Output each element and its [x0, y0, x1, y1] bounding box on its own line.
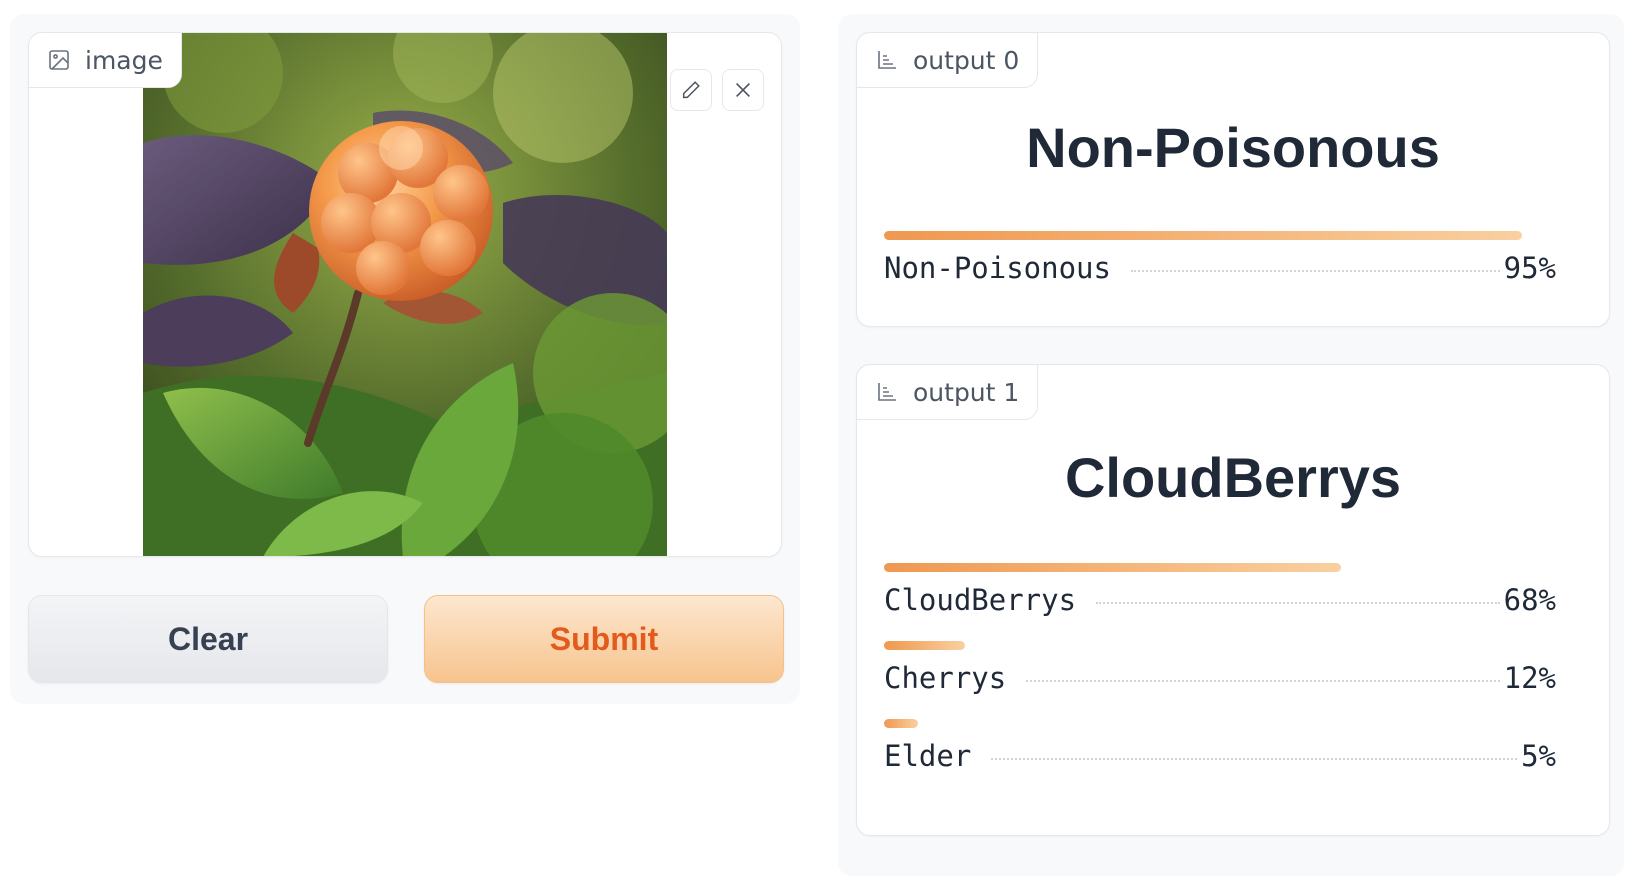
- confidence-percent: 12%: [1503, 661, 1556, 695]
- image-input-label: image: [29, 33, 182, 88]
- confidence-row: Non-Poisonous 95%: [884, 251, 1556, 285]
- dotted-leader: [1096, 602, 1500, 604]
- dotted-leader: [1130, 270, 1500, 272]
- confidence-label: Cherrys: [884, 661, 1007, 695]
- input-panel: image Clear Submit: [10, 14, 800, 704]
- output-1-confidences: CloudBerrys 68% Cherrys 12% Elder 5%: [884, 563, 1556, 797]
- output-1-top-class: CloudBerrys: [1064, 446, 1402, 509]
- output-1-label-text: output 1: [913, 377, 1020, 407]
- confidence-item: Non-Poisonous 95%: [884, 231, 1556, 309]
- dotted-leader: [1026, 680, 1500, 682]
- submit-button[interactable]: Submit: [424, 595, 784, 683]
- close-icon: [735, 82, 751, 98]
- remove-image-button[interactable]: [722, 69, 764, 111]
- confidence-percent: 5%: [1521, 739, 1556, 773]
- pencil-icon: [682, 81, 700, 99]
- confidence-label: CloudBerrys: [884, 583, 1077, 617]
- edit-button[interactable]: [670, 69, 712, 111]
- output-0-top-class: Non-Poisonous: [1026, 116, 1440, 179]
- clear-button[interactable]: Clear: [28, 595, 388, 683]
- confidence-bar: [884, 231, 1522, 240]
- confidence-item: CloudBerrys 68%: [884, 563, 1556, 641]
- output-panel: output 0 Non-Poisonous Non-Poisonous 95%…: [838, 14, 1624, 876]
- chart-icon: [878, 51, 896, 69]
- output-0-label-text: output 0: [913, 45, 1020, 75]
- confidence-bar: [884, 719, 918, 728]
- confidence-row: Cherrys 12%: [884, 661, 1556, 695]
- output-1-label: output 1: [856, 364, 1039, 420]
- chart-icon: [878, 383, 896, 401]
- image-icon: [49, 50, 69, 70]
- confidence-label: Elder: [884, 739, 972, 773]
- confidence-bar: [884, 563, 1341, 572]
- confidence-bar: [884, 641, 965, 650]
- image-input-block[interactable]: image: [28, 32, 782, 557]
- output-0-label: output 0: [856, 32, 1039, 88]
- confidence-label: Non-Poisonous: [884, 251, 1111, 285]
- confidence-item: Cherrys 12%: [884, 641, 1556, 719]
- confidence-row: CloudBerrys 68%: [884, 583, 1556, 617]
- uploaded-image: [143, 33, 667, 556]
- output-1-block: output 1 CloudBerrys CloudBerrys 68% Che…: [856, 364, 1610, 836]
- image-input-label-text: image: [85, 45, 163, 75]
- output-0-block: output 0 Non-Poisonous Non-Poisonous 95%: [856, 32, 1610, 327]
- confidence-percent: 95%: [1503, 251, 1556, 285]
- confidence-row: Elder 5%: [884, 739, 1556, 773]
- confidence-item: Elder 5%: [884, 719, 1556, 797]
- output-0-confidences: Non-Poisonous 95%: [884, 231, 1556, 309]
- dotted-leader: [991, 758, 1518, 760]
- confidence-percent: 68%: [1503, 583, 1556, 617]
